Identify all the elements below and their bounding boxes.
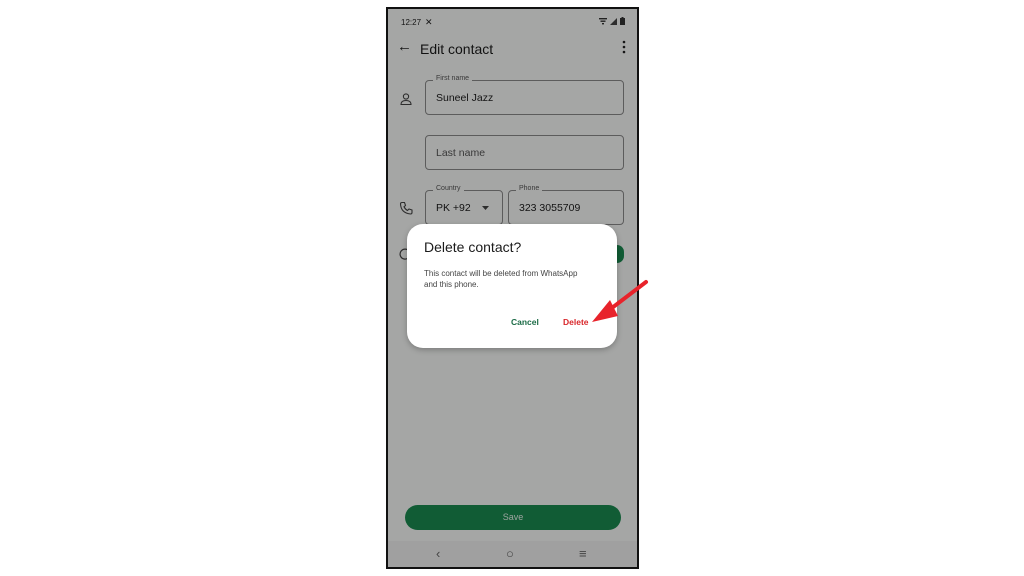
- cancel-button[interactable]: Cancel: [511, 317, 539, 327]
- delete-button[interactable]: Delete: [563, 317, 589, 327]
- delete-contact-dialog: Delete contact? This contact will be del…: [407, 224, 617, 348]
- annotation-arrow-icon: [592, 280, 648, 322]
- dialog-title: Delete contact?: [424, 239, 522, 255]
- dialog-message: This contact will be deleted from WhatsA…: [424, 269, 578, 289]
